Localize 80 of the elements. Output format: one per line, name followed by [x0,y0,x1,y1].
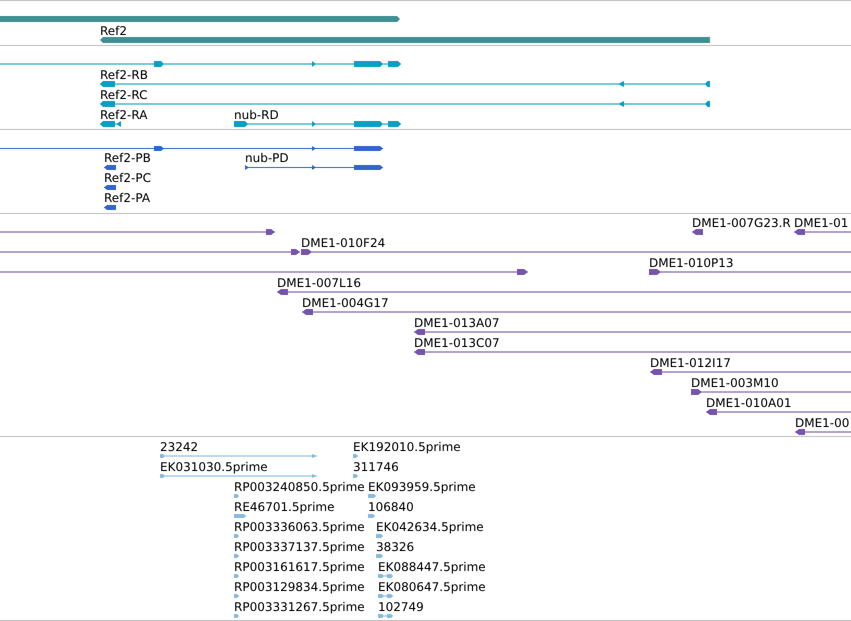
feature-label: DME1-00 [795,416,850,430]
feature-label: 102749 [378,600,424,614]
feature-label: RP003337137.5prime [234,540,365,554]
feature-label: Ref2-RA [100,108,148,122]
feature-label: DME1-010F24 [301,236,386,250]
est-glyph[interactable] [234,514,246,518]
feature-label: DME1-01 [794,216,848,230]
est-glyph[interactable] [353,474,358,478]
est-glyph[interactable] [368,494,376,498]
est-glyph[interactable] [234,594,239,598]
est-glyph[interactable] [353,454,358,458]
feature-label: Ref2 [100,24,128,38]
feature-label: EK192010.5prime [353,440,461,454]
feature-label: RE46701.5prime [234,500,334,514]
feature-label: DME1-003M10 [691,376,779,390]
feature-label: DME1-007L16 [277,276,361,290]
feature-label: DME1-010A01 [706,396,792,410]
protein-glyph[interactable] [104,165,116,170]
feature-label: EK031030.5prime [160,460,268,474]
feature-label: RP003331267.5prime [234,600,365,614]
est-glyph[interactable] [234,534,239,538]
feature-label: 23242 [160,440,198,454]
feature-label: EK088447.5prime [378,560,486,574]
est-glyph[interactable] [234,574,239,578]
est-glyph[interactable] [160,454,317,458]
est-glyph[interactable] [234,494,239,498]
clone-glyph[interactable] [649,269,851,275]
clone-glyph[interactable] [650,369,851,375]
feature-label: EK080647.5prime [378,580,486,594]
feature-label: RP003161617.5prime [234,560,365,574]
feature-label: Ref2-RB [100,68,148,82]
clone-glyph[interactable] [414,329,851,335]
feature-label: Ref2-PA [104,191,150,205]
feature-label: DME1-007G23.R [692,216,791,230]
protein-glyph[interactable] [104,205,116,210]
feature-label: DME1-013A07 [414,316,500,330]
transcript-glyph[interactable] [0,61,401,67]
feature-label: RP003240850.5prime [234,480,365,494]
clone-glyph[interactable] [691,389,851,395]
est-glyph[interactable] [234,554,239,558]
clone-glyph[interactable] [414,349,851,355]
clone-glyph[interactable] [277,289,851,295]
feature-label: DME1-010P13 [649,256,734,270]
clone-glyph[interactable] [302,309,851,315]
feature-label: DME1-004G17 [302,296,389,310]
feature-label: 106840 [368,500,414,514]
feature-label: 311746 [353,460,399,474]
feature-label: nub-RD [234,108,279,122]
clone-glyph[interactable] [0,269,528,275]
est-glyph[interactable] [234,614,239,618]
est-glyph[interactable] [368,514,375,518]
feature-label: Ref2-PB [104,151,151,165]
est-glyph[interactable] [378,574,393,578]
transcript-glyph[interactable] [100,121,121,127]
feature-label: Ref2-RC [100,88,148,102]
feature-label: EK042634.5prime [376,520,484,534]
clone-glyph[interactable] [795,429,851,435]
feature-label: RP003336063.5prime [234,520,365,534]
est-glyph[interactable] [378,594,393,598]
transcript-glyph[interactable] [234,121,401,127]
feature-label: nub-PD [245,151,289,165]
feature-label: RP003129834.5prime [234,580,365,594]
protein-glyph[interactable] [0,146,383,151]
est-glyph[interactable] [376,534,383,538]
est-glyph[interactable] [378,614,393,618]
transcript-glyph[interactable] [100,101,710,107]
est-glyph[interactable] [376,554,383,558]
protein-glyph[interactable] [104,185,116,190]
clone-glyph[interactable] [794,229,851,235]
feature-label: DME1-012I17 [650,356,731,370]
clone-glyph[interactable] [692,229,703,235]
est-glyph[interactable] [160,474,317,478]
transcript-glyph[interactable] [100,81,710,87]
feature-label: EK093959.5prime [368,480,476,494]
protein-glyph[interactable] [245,165,383,170]
clone-glyph[interactable] [706,409,851,415]
feature-label: 38326 [376,540,414,554]
feature-label: DME1-013C07 [414,336,500,350]
feature-label: Ref2-PC [104,171,151,185]
clone-glyph[interactable] [0,229,275,235]
